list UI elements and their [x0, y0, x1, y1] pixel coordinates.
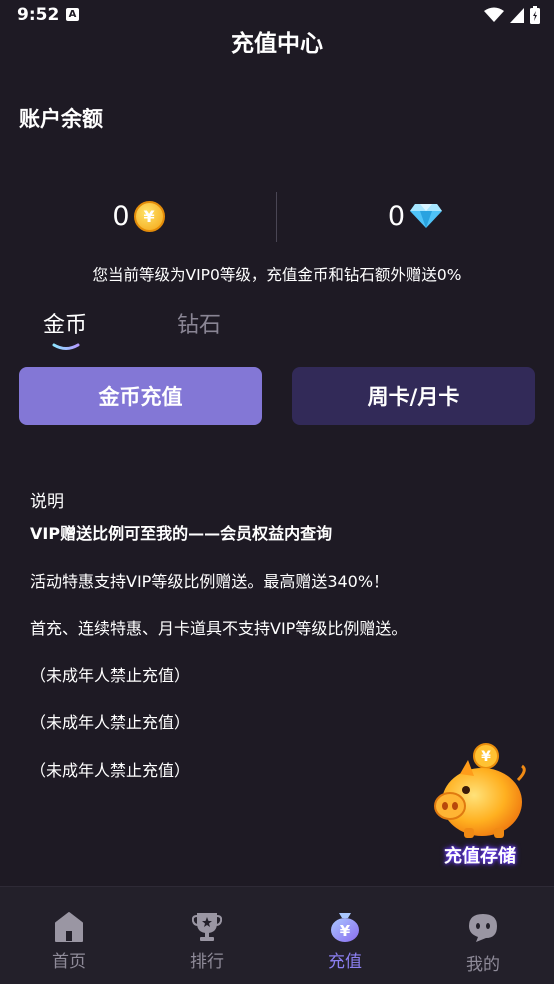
svg-text:¥: ¥ — [481, 749, 491, 765]
home-icon — [55, 912, 83, 942]
nav-item-recharge[interactable]: ¥ 充值 — [276, 887, 414, 984]
description-line: （未成年人禁止充值） — [30, 713, 191, 732]
description-title: 说明 — [30, 492, 64, 512]
diamond-balance: 0 — [277, 190, 554, 242]
piggy-bank-label: 充值存储 — [444, 846, 516, 867]
page-title: 充值中心 — [231, 31, 323, 57]
description-line: （未成年人禁止充值） — [30, 761, 191, 780]
nav-item-home[interactable]: 首页 — [0, 887, 138, 984]
balance-row: 0 ¥ 0 — [0, 190, 554, 242]
nav-item-profile[interactable]: 我的 — [414, 887, 552, 984]
active-tab-indicator — [52, 343, 80, 350]
coin-recharge-button[interactable]: 金币充值 — [19, 367, 262, 425]
coin-balance: 0 ¥ — [0, 190, 277, 242]
diamond-balance-value: 0 — [387, 200, 406, 232]
nav-label-ranking: 排行 — [190, 952, 224, 972]
description-line: 活动特惠支持VIP等级比例赠送。最高赠送340%！ — [30, 572, 390, 591]
coin-icon: ¥ — [133, 200, 165, 232]
description-line: VIP赠送比例可至我的——会员权益内查询 — [30, 524, 333, 543]
piggy-bank-button[interactable]: ¥ 充值存储 — [430, 740, 530, 870]
balance-section-title: 账户余额 — [19, 107, 103, 131]
profile-face-icon — [469, 914, 497, 942]
recharge-bag-icon: ¥ — [331, 913, 359, 942]
bottom-nav: 首页 排行 ¥ 充值 我的 — [0, 886, 554, 984]
nav-label-profile: 我的 — [466, 955, 500, 975]
piggy-bank-icon: ¥ — [434, 743, 526, 838]
nav-label-recharge: 充值 — [328, 952, 362, 972]
status-icons — [484, 6, 540, 24]
nav-item-ranking[interactable]: 排行 — [138, 887, 276, 984]
nav-label-home: 首页 — [52, 952, 86, 972]
svg-text:¥: ¥ — [340, 922, 351, 940]
battery-icon — [530, 6, 540, 24]
notification-a-icon: A — [66, 8, 79, 21]
description-line: 首充、连续特惠、月卡道具不支持VIP等级比例赠送。 — [30, 619, 408, 638]
description-line: （未成年人禁止充值） — [30, 666, 191, 685]
signal-icon — [510, 7, 524, 23]
coin-balance-value: 0 — [112, 200, 130, 232]
wifi-icon — [484, 7, 504, 22]
status-time: 9:52 — [17, 5, 60, 25]
vip-bonus-note: 您当前等级为VIP0等级，充值金币和钻石额外赠送0% — [92, 266, 462, 284]
tab-coin[interactable]: 金币 — [43, 307, 87, 339]
week-month-card-button[interactable]: 周卡/月卡 — [292, 367, 535, 425]
diamond-icon — [410, 204, 443, 228]
trophy-icon — [192, 913, 222, 941]
tab-diamond[interactable]: 钻石 — [177, 307, 221, 339]
